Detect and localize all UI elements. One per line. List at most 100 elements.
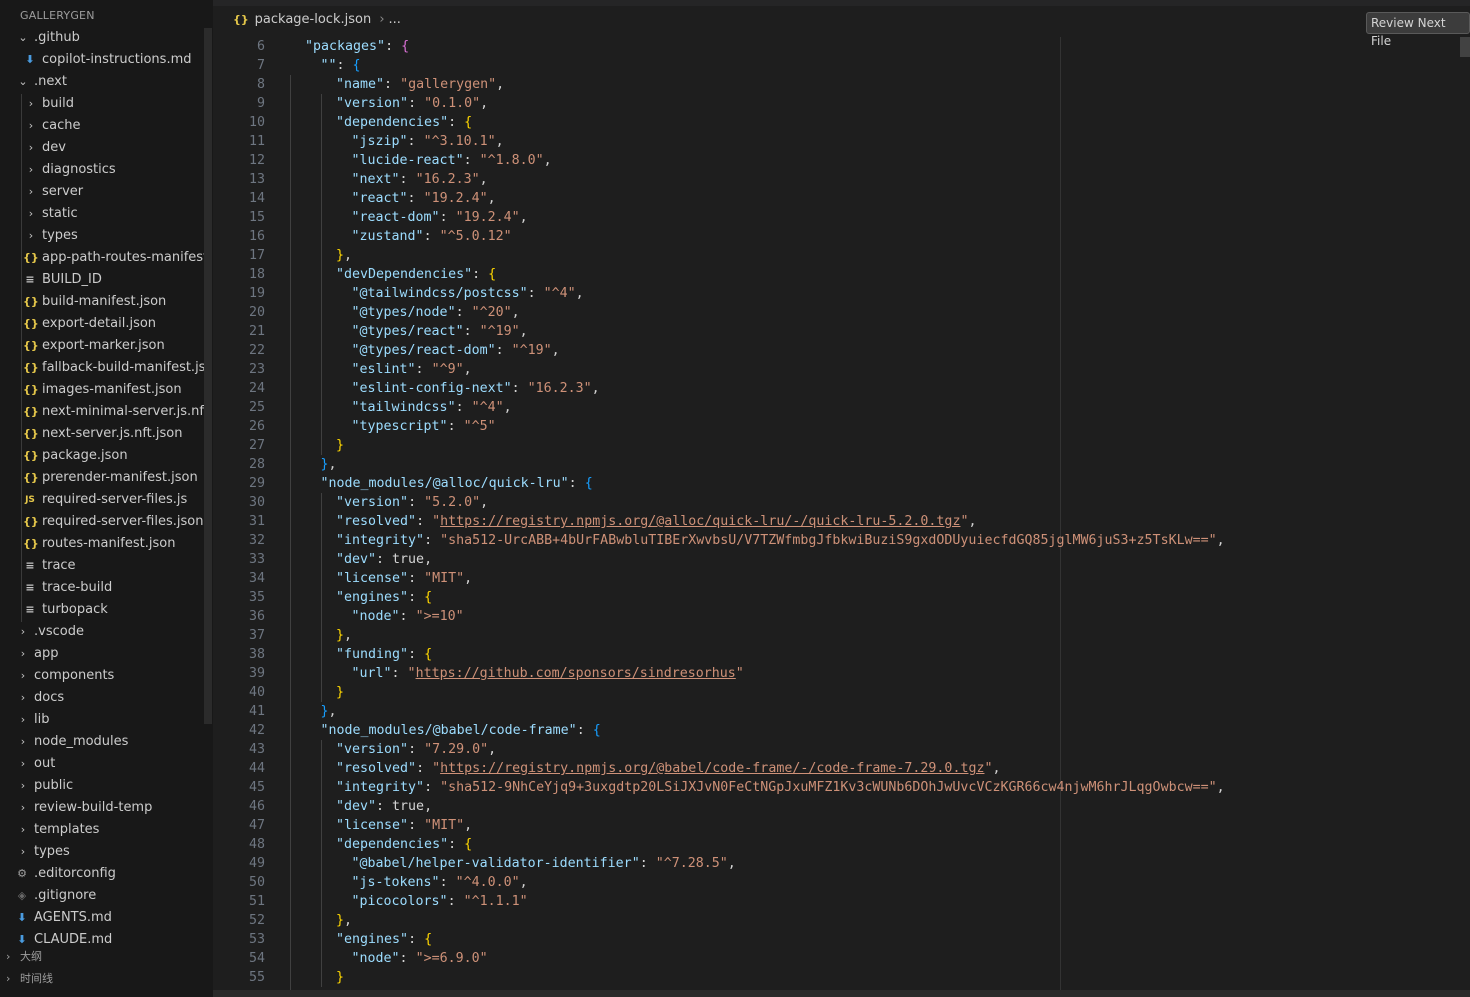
- code-token: "@types/node": [351, 305, 456, 320]
- sidebar-scrollbar[interactable]: [204, 28, 212, 724]
- line-number: 15: [248, 210, 265, 225]
- sidebar-section[interactable]: › 大纲: [0, 946, 213, 968]
- code-token: "name": [336, 77, 385, 92]
- review-next-file-button[interactable]: Review Next File: [1366, 12, 1470, 48]
- chevron-right-icon: ›: [20, 625, 26, 638]
- tree-item[interactable]: {} export-detail.json: [0, 313, 206, 335]
- tree-item[interactable]: {} required-server-files.json: [0, 511, 206, 533]
- tree-item[interactable]: › dev: [0, 137, 206, 159]
- tree-item[interactable]: › types: [0, 225, 206, 247]
- code-view[interactable]: 6 "packages": {7 "": {8 "name": "gallerygen…: [213, 37, 1470, 992]
- breadcrumb-file[interactable]: package-lock.json: [255, 12, 372, 27]
- tree-item[interactable]: › cache: [0, 115, 206, 137]
- tree-item[interactable]: › out: [0, 753, 206, 775]
- code-text: "packages": {: [305, 37, 409, 56]
- tree-item[interactable]: {} images-manifest.json: [0, 379, 206, 401]
- tree-item-label: server: [42, 184, 84, 199]
- code-token: "funding": [336, 647, 409, 662]
- tree-item[interactable]: {} next-server.js.nft.json: [0, 423, 206, 445]
- tree-item-label: cache: [42, 118, 81, 133]
- code-token: "^4.0.0": [455, 875, 520, 890]
- line-number: 37: [248, 628, 265, 643]
- tree-item[interactable]: {} export-marker.json: [0, 335, 206, 357]
- code-token: ,: [344, 248, 353, 263]
- tree-item[interactable]: ⬇ copilot-instructions.md: [0, 49, 206, 71]
- editor-area: {} package-lock.json ›... Review Next Fil…: [213, 0, 1470, 997]
- tree-item[interactable]: › app: [0, 643, 206, 665]
- tree-item[interactable]: › server: [0, 181, 206, 203]
- tree-item[interactable]: › static: [0, 203, 206, 225]
- code-token: "^20": [471, 305, 512, 320]
- code-token: "js-tokens": [351, 875, 440, 890]
- code-token: :: [439, 210, 456, 225]
- tree-item[interactable]: ⌄ .next: [0, 71, 206, 93]
- tree-item[interactable]: JS required-server-files.js: [0, 489, 206, 511]
- explorer-sidebar: GALLERYGEN ⌄ .github ⬇ copilot-instructions…: [0, 0, 213, 997]
- code-token: {: [584, 476, 593, 491]
- chevron-right-icon: ›: [6, 950, 11, 963]
- code-token: :: [424, 533, 441, 548]
- chevron-right-icon: ›: [20, 823, 26, 836]
- tree-item[interactable]: › node_modules: [0, 731, 206, 753]
- code-token[interactable]: https://registry.npmjs.org/@alloc/quick-…: [440, 514, 960, 529]
- code-token: "react-dom": [351, 210, 440, 225]
- tree-item[interactable]: ≡ trace: [0, 555, 206, 577]
- code-token: "sha512-9NhCeYjq9+3uxgdtp20LSiJXJvN0FeCt…: [440, 780, 1217, 795]
- tree-item-label: package.json: [42, 448, 128, 463]
- tree-item[interactable]: › templates: [0, 819, 206, 841]
- code-token: ,: [480, 96, 489, 111]
- tree-item[interactable]: › public: [0, 775, 206, 797]
- code-token: ,: [496, 77, 505, 92]
- overview-ruler-thumb[interactable]: [1460, 37, 1470, 57]
- code-token: {: [424, 932, 433, 947]
- tree-item[interactable]: › types: [0, 841, 206, 863]
- code-token[interactable]: https://registry.npmjs.org/@babel/code-f…: [440, 761, 984, 776]
- tree-item[interactable]: {} package.json: [0, 445, 206, 467]
- tree-item-label: routes-manifest.json: [42, 536, 176, 551]
- code-token: :: [407, 134, 424, 149]
- code-token: :: [399, 609, 416, 624]
- json-file-icon: {}: [23, 317, 39, 330]
- code-token: :: [439, 875, 456, 890]
- tree-item[interactable]: {} prerender-manifest.json: [0, 467, 206, 489]
- breadcrumb-rest[interactable]: ...: [389, 12, 401, 27]
- tree-item[interactable]: {}app-path-routes-manifest.js...: [0, 247, 206, 269]
- tree-item-label: AGENTS.md: [34, 910, 112, 925]
- sidebar-section[interactable]: › 时间线: [0, 968, 213, 990]
- tree-item[interactable]: ⚙ .editorconfig: [0, 863, 206, 885]
- tree-item[interactable]: ≡ BUILD_ID: [0, 269, 206, 291]
- tree-item[interactable]: {} routes-manifest.json: [0, 533, 206, 555]
- tree-item[interactable]: › diagnostics: [0, 159, 206, 181]
- tree-item[interactable]: ◈ .gitignore: [0, 885, 206, 907]
- tree-item[interactable]: ⌄ .github: [0, 27, 206, 49]
- code-token: : true,: [376, 552, 433, 567]
- tree-item[interactable]: ⬇ AGENTS.md: [0, 907, 206, 929]
- git-icon: ◈: [17, 889, 27, 902]
- code-token: ,: [591, 381, 600, 396]
- tree-item[interactable]: {} build-manifest.json: [0, 291, 206, 313]
- breadcrumb[interactable]: {} package-lock.json ›...: [233, 12, 401, 32]
- tree-item[interactable]: › docs: [0, 687, 206, 709]
- code-token[interactable]: https://github.com/sponsors/sindresorhus: [416, 666, 736, 681]
- tree-item[interactable]: › lib: [0, 709, 206, 731]
- tree-item[interactable]: ≡ trace-build: [0, 577, 206, 599]
- tree-item[interactable]: {}next-minimal-server.js.nft.json: [0, 401, 206, 423]
- code-token: {: [488, 267, 497, 282]
- code-token: ">=6.9.0": [415, 951, 488, 966]
- code-token: ,: [511, 305, 520, 320]
- code-token: "resolved": [336, 761, 417, 776]
- code-text: "resolved": "https://registry.npmjs.org/…: [336, 759, 1001, 778]
- tree-item[interactable]: ≡ turbopack: [0, 599, 206, 621]
- tree-item[interactable]: › review-build-temp: [0, 797, 206, 819]
- tree-item[interactable]: › .vscode: [0, 621, 206, 643]
- horizontal-scrollbar[interactable]: [213, 990, 1470, 997]
- tree-item[interactable]: {} fallback-build-manifest.json: [0, 357, 206, 379]
- tree-item[interactable]: › components: [0, 665, 206, 687]
- code-token: "version": [336, 495, 409, 510]
- tree-item[interactable]: › build: [0, 93, 206, 115]
- code-token: ,: [488, 742, 497, 757]
- tree-item-label: next-minimal-server.js.nft.json: [42, 404, 206, 419]
- code-token: "resolved": [336, 514, 417, 529]
- chevron-right-icon: ›: [20, 647, 26, 660]
- tree-item-label: fallback-build-manifest.json: [42, 360, 206, 375]
